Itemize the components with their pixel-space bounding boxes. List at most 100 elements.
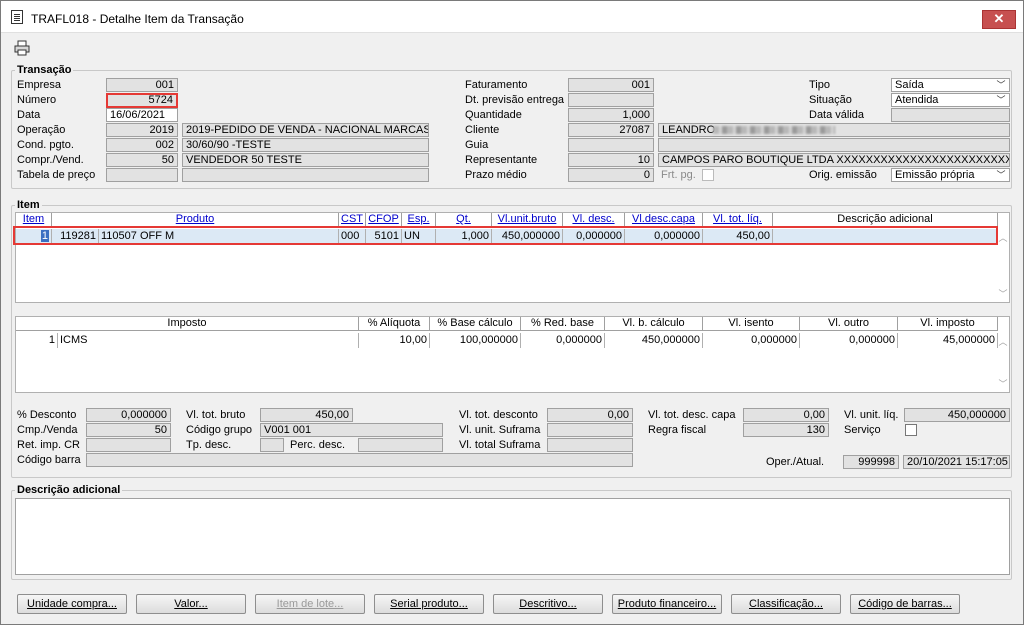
item-de-lote-label: Item de lote... — [276, 598, 344, 610]
printer-icon[interactable] — [14, 40, 30, 56]
orig-emissao-select[interactable]: Emissão própria ﹀ — [891, 168, 1010, 182]
col-imposto[interactable]: Imposto — [16, 317, 359, 331]
cmp-venda-field[interactable]: 50 — [86, 423, 171, 437]
situacao-select[interactable]: Atendida ﹀ — [891, 93, 1010, 107]
chevron-down-icon: ﹀ — [996, 95, 1006, 105]
col-base-calculo[interactable]: % Base cálculo — [430, 317, 521, 331]
col-vl-desc[interactable]: Vl. desc. — [563, 213, 625, 227]
pct-desconto-field[interactable]: 0,000000 — [86, 408, 171, 422]
col-vl-tot-liq[interactable]: Vl. tot. líq. — [703, 213, 773, 227]
guia-code-field[interactable] — [568, 138, 654, 152]
col-vl-b-calculo[interactable]: Vl. b. cálculo — [605, 317, 703, 331]
vl-tot-desc-capa-field[interactable]: 0,00 — [743, 408, 829, 422]
compr-vend-code-field[interactable]: 50 — [106, 153, 178, 167]
ret-imp-cr-field[interactable] — [86, 438, 171, 452]
col-cfop[interactable]: CFOP — [366, 213, 402, 227]
codigo-de-barras-button[interactable]: Código de barras... — [850, 594, 960, 614]
tipo-label: Tipo — [809, 79, 830, 91]
representante-label: Representante — [465, 154, 538, 166]
tipo-select[interactable]: Saída ﹀ — [891, 78, 1010, 92]
quantidade-field[interactable]: 1,000 — [568, 108, 654, 122]
perc-desc-field[interactable] — [358, 438, 443, 452]
vl-unit-suframa-field[interactable] — [547, 423, 633, 437]
servico-checkbox[interactable] — [905, 424, 917, 436]
valor-button[interactable]: Valor... — [136, 594, 246, 614]
cond-pgto-code-field[interactable]: 002 — [106, 138, 178, 152]
situacao-label: Situação — [809, 94, 852, 106]
prazo-medio-field[interactable]: 0 — [568, 168, 654, 182]
codigo-barra-field[interactable] — [86, 453, 633, 467]
highlight-frame — [13, 226, 998, 245]
data-valida-label: Data válida — [809, 109, 865, 121]
data-valida-field[interactable] — [891, 108, 1010, 122]
col-qt[interactable]: Qt. — [436, 213, 492, 227]
vl-tot-desconto-field[interactable]: 0,00 — [547, 408, 633, 422]
vl-total-suframa-label: Vl. total Suframa — [459, 439, 541, 451]
classificacao-button[interactable]: Classificação... — [731, 594, 841, 614]
close-button[interactable]: ✕ — [982, 10, 1016, 29]
col-vl-imposto[interactable]: Vl. imposto — [898, 317, 998, 331]
redacted-text — [713, 126, 835, 134]
operacao-label: Operação — [17, 124, 66, 136]
item-title: Item — [15, 199, 42, 211]
tp-desc-field[interactable] — [260, 438, 284, 452]
orig-emissao-value: Emissão própria — [895, 169, 975, 181]
prazo-medio-label: Prazo médio — [465, 169, 527, 181]
col-vl-outro[interactable]: Vl. outro — [800, 317, 898, 331]
faturamento-field[interactable]: 001 — [568, 78, 654, 92]
table-row[interactable]: 1 ICMS 10,00 100,000000 0,000000 450,000… — [16, 333, 998, 348]
cond-pgto-label: Cond. pgto. — [17, 139, 74, 151]
vl-tot-bruto-field[interactable]: 450,00 — [260, 408, 353, 422]
operacao-desc-field: 2019-PEDIDO DE VENDA - NACIONAL MARCAS — [182, 123, 429, 137]
col-vl-desc-capa[interactable]: Vl.desc.capa — [625, 213, 703, 227]
regra-fiscal-field[interactable]: 130 — [743, 423, 829, 437]
col-vl-unit-bruto[interactable]: Vl.unit.bruto — [492, 213, 563, 227]
imposto-table-header: Imposto % Alíquota % Base cálculo % Red.… — [16, 317, 998, 331]
serial-produto-button[interactable]: Serial produto... — [374, 594, 484, 614]
scroll-down-icon[interactable]: ﹀ — [996, 377, 1009, 390]
empresa-label: Empresa — [17, 79, 62, 91]
cell-vl-isento: 0,000000 — [703, 333, 800, 348]
oper-atual-label: Oper./Atual. — [766, 456, 825, 468]
col-produto[interactable]: Produto — [52, 213, 339, 227]
col-red-base[interactable]: % Red. base — [521, 317, 605, 331]
ret-imp-cr-label: Ret. imp. CR — [17, 439, 80, 451]
perc-desc-label: Perc. desc. — [290, 439, 346, 451]
col-descricao-adicional[interactable]: Descrição adicional — [773, 213, 998, 227]
vl-total-suframa-field[interactable] — [547, 438, 633, 452]
cell-base-calculo: 100,000000 — [430, 333, 521, 348]
numero-field[interactable]: 5724 — [106, 93, 178, 108]
servico-label: Serviço — [844, 424, 881, 436]
vl-unit-suframa-label: Vl. unit. Suframa — [459, 424, 541, 436]
oper-field[interactable]: 999998 — [843, 455, 899, 469]
codigo-grupo-field[interactable]: V001 001 — [260, 423, 443, 437]
descricao-adicional-textarea[interactable] — [15, 498, 1010, 575]
empresa-field[interactable]: 001 — [106, 78, 178, 92]
scroll-down-icon[interactable]: ﹀ — [996, 287, 1009, 300]
col-item[interactable]: Item — [16, 213, 52, 227]
scroll-up-icon[interactable]: ︿ — [996, 231, 1009, 244]
unidade-compra-button[interactable]: Unidade compra... — [17, 594, 127, 614]
representante-code-field[interactable]: 10 — [568, 153, 654, 167]
guia-desc-field — [658, 138, 1010, 152]
data-field[interactable]: 16/06/2021 — [106, 108, 178, 122]
item-de-lote-button[interactable]: Item de lote... — [255, 594, 365, 614]
dt-previsao-field[interactable] — [568, 93, 654, 107]
col-aliquota[interactable]: % Alíquota — [359, 317, 430, 331]
col-vl-isento[interactable]: Vl. isento — [703, 317, 800, 331]
frt-pg-checkbox[interactable] — [702, 169, 714, 181]
cliente-code-field[interactable]: 27087 — [568, 123, 654, 137]
cliente-label: Cliente — [465, 124, 500, 136]
descricao-adicional-title: Descrição adicional — [15, 484, 123, 496]
produto-financeiro-button[interactable]: Produto financeiro... — [612, 594, 722, 614]
frt-pg-label: Frt. pg. — [661, 169, 696, 181]
col-cst[interactable]: CST — [339, 213, 366, 227]
descritivo-button[interactable]: Descritivo... — [493, 594, 603, 614]
vl-unit-liq-field[interactable]: 450,000000 — [904, 408, 1010, 422]
operacao-code-field[interactable]: 2019 — [106, 123, 178, 137]
scroll-up-icon[interactable]: ︿ — [996, 335, 1009, 348]
col-esp[interactable]: Esp. — [402, 213, 436, 227]
atual-field[interactable]: 20/10/2021 15:17:05 — [903, 455, 1010, 469]
serial-produto-label: Serial produto... — [390, 598, 468, 610]
tabela-preco-code-field[interactable] — [106, 168, 178, 182]
